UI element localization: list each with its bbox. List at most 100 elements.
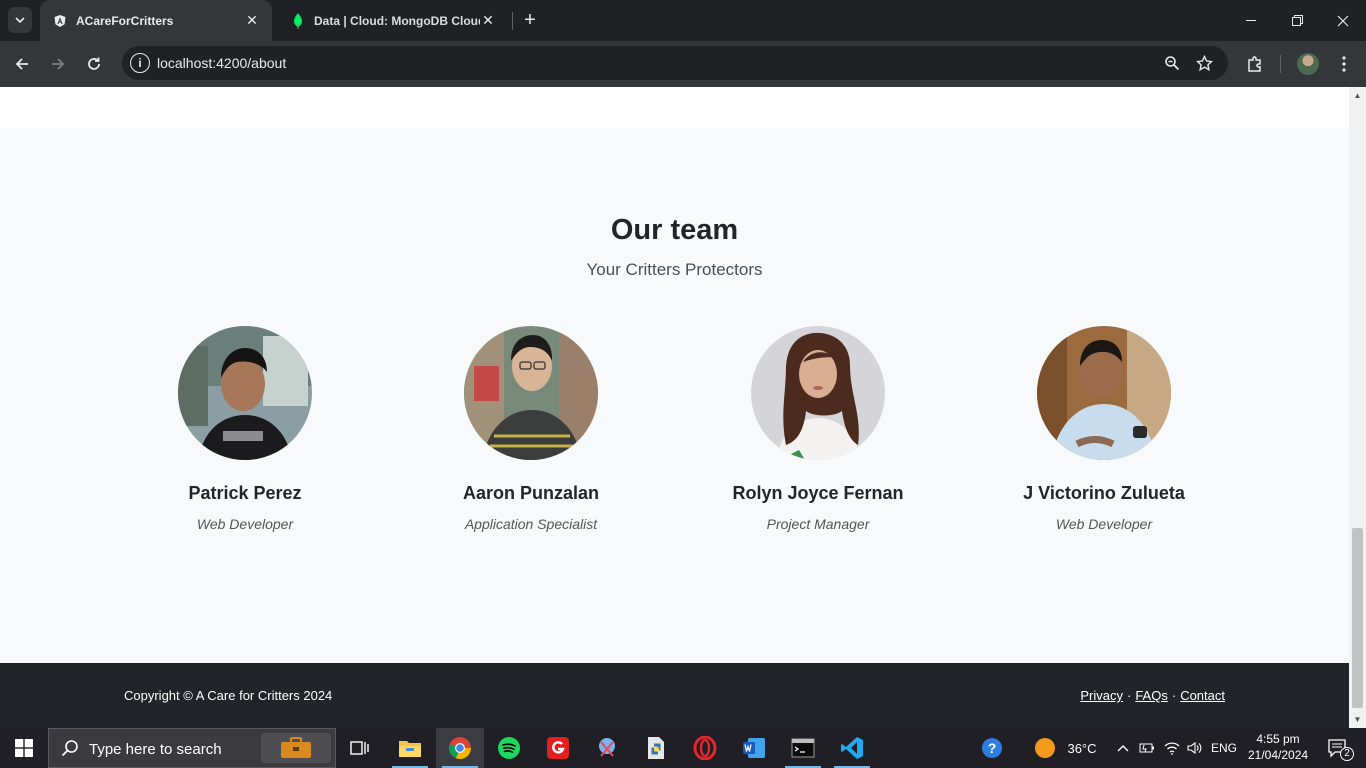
scroll-up-arrow-icon[interactable]: ▲: [1349, 87, 1366, 104]
footer-separator: ·: [1171, 688, 1177, 703]
taskbar-search-box[interactable]: Type here to search: [48, 728, 336, 768]
search-highlight-icon[interactable]: [261, 733, 331, 763]
snipping-tool-app[interactable]: [583, 728, 631, 768]
input-language[interactable]: ENG: [1208, 728, 1240, 768]
close-tab-icon[interactable]: ✕: [480, 12, 496, 29]
member-name: Patrick Perez: [188, 483, 302, 503]
more-menu-icon[interactable]: [1332, 52, 1356, 76]
page-viewport: Our team Your Critters Protectors Patric…: [0, 87, 1349, 728]
windows-taskbar: Type here to search ? 36°C ENG 4:55 pm 2…: [0, 728, 1366, 768]
back-button[interactable]: [7, 49, 37, 79]
terminal-icon: [791, 738, 815, 758]
member-photo: [751, 326, 885, 460]
reload-button[interactable]: [79, 49, 109, 79]
page-scrollbar[interactable]: ▲ ▼: [1349, 87, 1366, 728]
member-name: Rolyn Joyce Fernan: [732, 483, 904, 503]
vscode-app[interactable]: [828, 728, 876, 768]
reload-icon: [88, 57, 100, 70]
tab-title: Data | Cloud: MongoDB Cloud: [314, 13, 480, 28]
weather-widget[interactable]: 36°C: [1026, 728, 1106, 768]
taskbar-clock[interactable]: 4:55 pm 21/04/2024: [1248, 731, 1308, 763]
weather-temperature: 36°C: [1067, 740, 1097, 756]
help-tray-icon[interactable]: ?: [974, 728, 1010, 768]
close-window-button[interactable]: [1320, 0, 1366, 41]
python-file-icon: [648, 737, 664, 759]
extensions-puzzle-icon[interactable]: [1243, 52, 1267, 76]
scroll-down-arrow-icon[interactable]: ▼: [1349, 711, 1366, 728]
angular-logo-icon: [52, 13, 68, 29]
forward-button[interactable]: [43, 49, 73, 79]
member-photo: [464, 326, 598, 460]
browser-tab-bar: ACareForCritters ✕ Data | Cloud: MongoDB…: [0, 0, 1366, 41]
new-tab-button[interactable]: +: [518, 8, 542, 32]
show-hidden-icons-chevron-icon[interactable]: [1112, 728, 1134, 768]
profile-avatar[interactable]: [1297, 53, 1319, 75]
team-member-card: J Victorino Zulueta Web Developer: [974, 326, 1234, 532]
address-url[interactable]: localhost:4200/about: [157, 55, 286, 71]
python-app[interactable]: [632, 728, 680, 768]
member-name: J Victorino Zulueta: [1023, 483, 1185, 503]
member-role: Web Developer: [196, 516, 294, 532]
footer-links: Privacy · FAQs · Contact: [1080, 688, 1225, 703]
word-app[interactable]: [730, 728, 778, 768]
address-bar[interactable]: i localhost:4200/about: [122, 46, 1228, 80]
start-button[interactable]: [0, 728, 48, 768]
task-view-button[interactable]: [336, 728, 384, 768]
arrow-right-icon: [52, 58, 65, 70]
terminal-app[interactable]: [779, 728, 827, 768]
scrollbar-thumb[interactable]: [1352, 528, 1363, 708]
toolbar-separator: [1280, 55, 1281, 73]
bookmark-star-icon[interactable]: [1194, 53, 1214, 73]
vscode-icon: [841, 737, 863, 759]
site-info-icon[interactable]: i: [130, 53, 150, 73]
member-photo: [178, 326, 312, 460]
chrome-icon: [448, 737, 472, 760]
chrome-app[interactable]: [436, 728, 484, 768]
member-role: Project Manager: [766, 516, 870, 532]
close-tab-icon[interactable]: ✕: [244, 12, 260, 29]
member-role: Application Specialist: [464, 516, 598, 532]
footer-link-contact[interactable]: Contact: [1180, 688, 1225, 703]
restore-icon: [1291, 15, 1303, 26]
svg-text:?: ?: [988, 740, 997, 756]
zoom-icon[interactable]: [1162, 53, 1182, 73]
chevron-down-icon: [15, 17, 25, 23]
volume-icon[interactable]: [1184, 728, 1206, 768]
arrow-left-icon: [15, 58, 28, 70]
site-footer: Copyright © A Care for Critters 2024 Pri…: [0, 663, 1349, 728]
footer-link-privacy[interactable]: Privacy: [1080, 688, 1123, 703]
spotify-icon: [498, 737, 520, 759]
search-placeholder: Type here to search: [89, 741, 222, 758]
tab-search-button[interactable]: [8, 7, 32, 33]
snipping-icon: [599, 738, 615, 757]
minimize-button[interactable]: [1228, 0, 1274, 41]
spotify-app[interactable]: [485, 728, 533, 768]
mongodb-leaf-icon: [290, 12, 306, 29]
tab-title: ACareForCritters: [76, 13, 174, 28]
tab-separator: [512, 12, 513, 30]
garena-icon: [547, 737, 569, 759]
restore-button[interactable]: [1274, 0, 1320, 41]
team-member-card: Patrick Perez Web Developer: [115, 326, 375, 532]
member-name: Aaron Punzalan: [462, 483, 600, 503]
notification-center-button[interactable]: 2: [1318, 728, 1358, 768]
previous-section: [0, 87, 1349, 128]
browser-toolbar: i localhost:4200/about: [0, 41, 1366, 87]
footer-copyright: Copyright © A Care for Critters 2024: [124, 688, 333, 703]
clock-date: 21/04/2024: [1248, 748, 1309, 762]
team-section-title: Our team: [610, 214, 739, 246]
battery-icon[interactable]: [1136, 728, 1158, 768]
tab-acareforcritters[interactable]: ACareForCritters ✕: [40, 0, 272, 41]
file-explorer-app[interactable]: [386, 728, 434, 768]
wifi-icon[interactable]: [1160, 728, 1184, 768]
opera-app[interactable]: [681, 728, 729, 768]
member-role: Web Developer: [1055, 516, 1153, 532]
footer-link-faqs[interactable]: FAQs: [1135, 688, 1168, 703]
folder-icon: [399, 741, 421, 757]
team-member-card: Rolyn Joyce Fernan Project Manager: [688, 326, 948, 532]
task-view-icon: [350, 741, 369, 755]
garena-app[interactable]: [534, 728, 582, 768]
member-photo: [1037, 326, 1171, 460]
opera-icon: [693, 736, 717, 760]
tab-mongodb[interactable]: Data | Cloud: MongoDB Cloud ✕: [278, 0, 508, 41]
